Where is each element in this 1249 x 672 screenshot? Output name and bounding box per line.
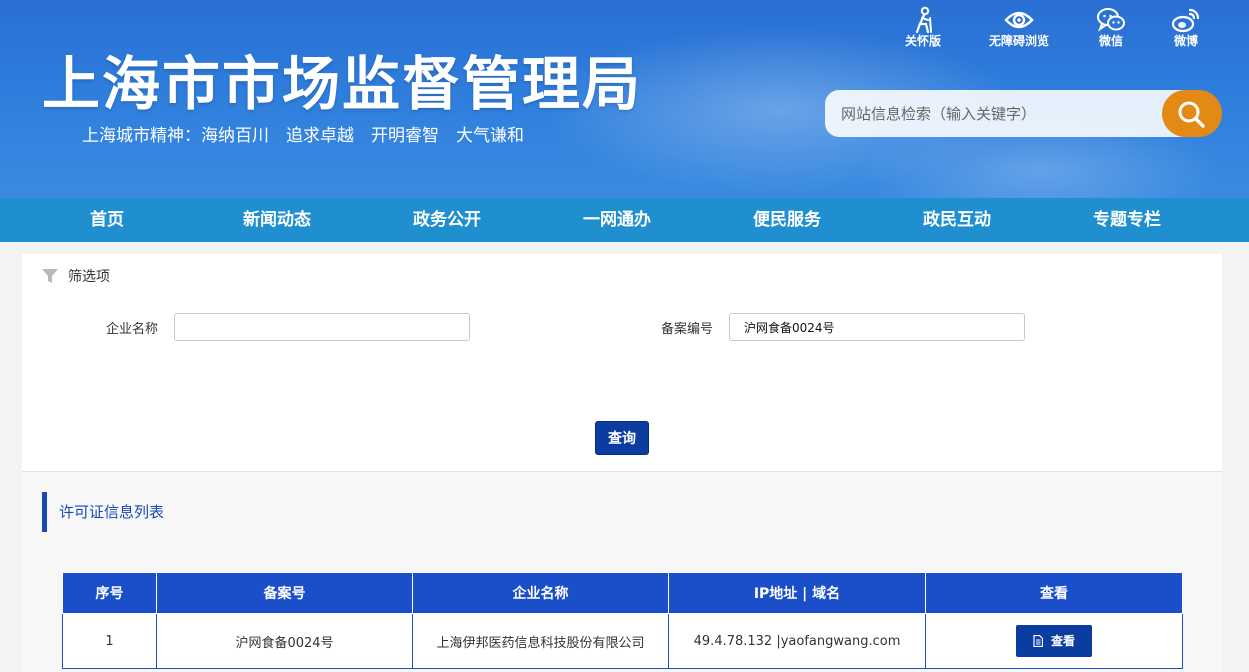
column-header-record-no: 备案号 [156, 572, 413, 614]
site-slogan: 上海城市精神：海纳百川 追求卓越 开明睿智 大气谦和 [82, 126, 524, 146]
accessibility-link[interactable]: 无障碍浏览 [979, 6, 1059, 52]
filter-panel: 筛选项 企业名称 备案编号 查询 [22, 254, 1222, 471]
cell-view: 查看 [925, 613, 1183, 669]
care-mode-link[interactable]: 关怀版 [883, 6, 963, 52]
column-header-ip-domain: IP地址 | 域名 [668, 572, 926, 614]
eye-icon [1004, 11, 1034, 29]
license-table: 序号 备案号 企业名称 IP地址 | 域名 查看 1 沪网食备0024号 上海伊… [62, 572, 1183, 669]
column-header-index: 序号 [62, 572, 157, 614]
main-nav: 首页 新闻动态 政务公开 一网通办 便民服务 政民互动 专题专栏 [0, 198, 1249, 242]
column-header-company: 企业名称 [412, 572, 669, 614]
accessibility-label: 无障碍浏览 [988, 34, 1049, 48]
care-mode-icon [915, 6, 932, 34]
nav-item-home[interactable]: 首页 [47, 198, 167, 242]
wechat-icon [1097, 8, 1125, 32]
weibo-label: 微博 [1173, 34, 1198, 48]
search-button[interactable] [1162, 90, 1222, 137]
site-header: 上海市市场监督管理局 上海城市精神：海纳百川 追求卓越 开明睿智 大气谦和 关怀… [0, 0, 1249, 198]
search-icon [1178, 101, 1205, 128]
nav-item-topics[interactable]: 专题专栏 [1067, 198, 1187, 242]
cell-company: 上海伊邦医药信息科技股份有限公司 [412, 613, 669, 669]
cell-record-no: 沪网食备0024号 [156, 613, 413, 669]
nav-item-news[interactable]: 新闻动态 [217, 198, 337, 242]
document-icon [1033, 634, 1044, 648]
company-name-label: 企业名称 [106, 322, 159, 337]
table-row: 1 沪网食备0024号 上海伊邦医药信息科技股份有限公司 49.4.78.132… [62, 613, 1183, 669]
cell-ip-domain: 49.4.78.132 |yaofangwang.com [668, 613, 926, 669]
weibo-icon [1171, 8, 1200, 33]
filter-title: 筛选项 [68, 269, 110, 285]
site-search [825, 90, 1222, 137]
cell-index: 1 [62, 613, 157, 669]
weibo-link[interactable]: 微博 [1146, 6, 1226, 52]
column-header-view: 查看 [925, 572, 1183, 614]
site-title[interactable]: 上海市市场监督管理局 [42, 48, 642, 120]
license-list-title: 许可证信息列表 [42, 492, 164, 532]
view-button[interactable]: 查看 [1016, 625, 1092, 657]
nav-item-online-services[interactable]: 一网通办 [557, 198, 677, 242]
wechat-link[interactable]: 微信 [1071, 6, 1151, 52]
query-button[interactable]: 查询 [595, 421, 649, 455]
nav-item-interaction[interactable]: 政民互动 [897, 198, 1017, 242]
search-input[interactable] [825, 90, 1195, 137]
view-button-label: 查看 [1050, 634, 1075, 648]
header-tools: 关怀版 无障碍浏览 微信 微博 [0, 6, 1249, 52]
wechat-label: 微信 [1098, 34, 1123, 48]
filter-icon [42, 269, 58, 283]
nav-item-gov-affairs[interactable]: 政务公开 [387, 198, 507, 242]
care-mode-label: 关怀版 [904, 34, 941, 48]
company-name-input[interactable] [174, 313, 470, 341]
record-number-label: 备案编号 [661, 322, 714, 337]
table-header-row: 序号 备案号 企业名称 IP地址 | 域名 查看 [62, 572, 1183, 614]
nav-item-public-services[interactable]: 便民服务 [727, 198, 847, 242]
record-number-input[interactable] [729, 313, 1025, 341]
